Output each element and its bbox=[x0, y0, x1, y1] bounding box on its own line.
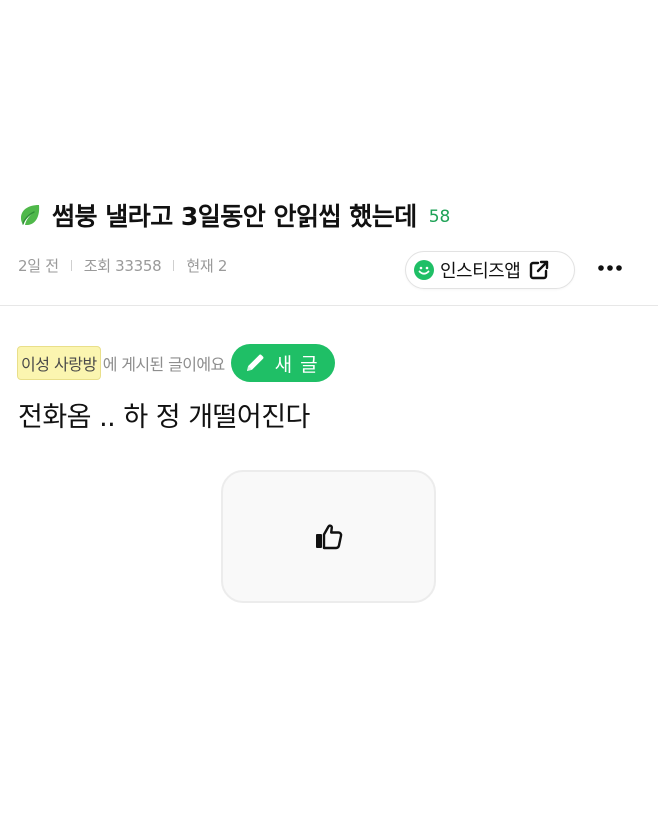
open-app-button[interactable]: 인스티즈앱 bbox=[405, 251, 575, 289]
smile-icon bbox=[414, 260, 434, 280]
board-info: 이성 사랑방 에 게시된 글이에요 새 글 bbox=[17, 344, 335, 382]
board-name-link[interactable]: 이성 사랑방 bbox=[17, 346, 101, 380]
post-meta: 2일 전 조회 33358 현재 2 bbox=[18, 252, 227, 278]
leaf-icon bbox=[18, 203, 42, 227]
more-options-button[interactable] bbox=[594, 254, 626, 282]
meta-divider bbox=[70, 259, 72, 271]
post-time: 2일 전 bbox=[18, 256, 59, 275]
external-link-icon bbox=[528, 259, 550, 281]
board-suffix-text: 에 게시된 글이에요 bbox=[102, 355, 226, 374]
thumbs-up-icon bbox=[313, 521, 345, 553]
like-button[interactable] bbox=[221, 470, 436, 603]
new-post-button[interactable]: 새 글 bbox=[230, 344, 335, 382]
post-current-viewers: 현재 2 bbox=[186, 256, 228, 275]
more-horizontal-icon bbox=[597, 264, 623, 272]
open-app-label: 인스티즈앱 bbox=[440, 261, 521, 282]
post-title: 썸붕 낼라고 3일동안 안읽씹 했는데 bbox=[52, 202, 417, 231]
post-content: 전화옴 .. 하 정 개떨어진다 bbox=[18, 402, 310, 433]
title-row: 썸붕 낼라고 3일동안 안읽씹 했는데 58 bbox=[18, 195, 450, 235]
pencil-icon bbox=[243, 351, 267, 375]
meta-divider bbox=[173, 259, 175, 271]
new-post-label: 새 글 bbox=[274, 353, 319, 376]
comment-count[interactable]: 58 bbox=[429, 207, 451, 227]
post-header: 썸붕 낼라고 3일동안 안읽씹 했는데 58 2일 전 조회 33358 현재 … bbox=[0, 0, 658, 306]
post-views: 조회 33358 bbox=[83, 256, 162, 275]
